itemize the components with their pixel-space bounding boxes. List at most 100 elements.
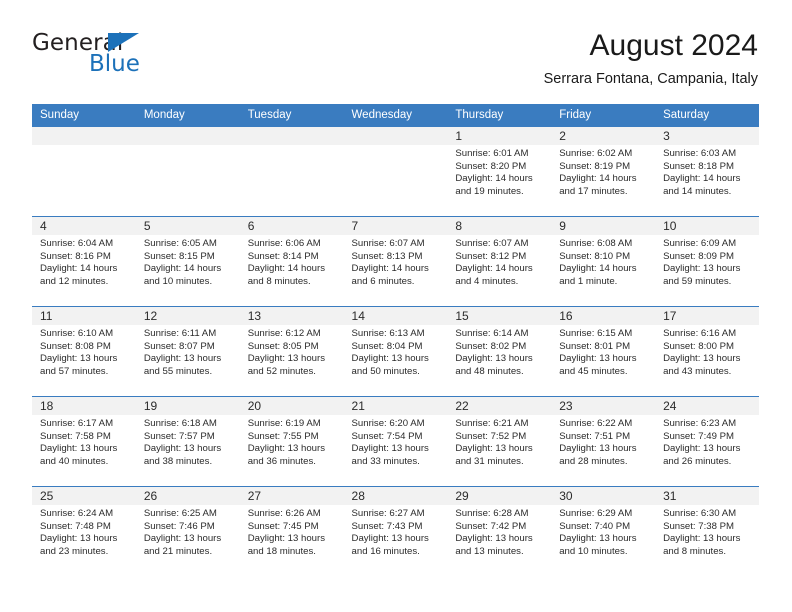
calendar-day-cell[interactable]: 21 Sunrise: 6:20 AM Sunset: 7:54 PM Dayligh…	[343, 396, 448, 487]
day-details: Sunrise: 6:08 AM Sunset: 8:10 PM Daylight:…	[551, 235, 655, 288]
calendar-day-cell[interactable]: 27 Sunrise: 6:26 AM Sunset: 7:45 PM Dayligh…	[239, 486, 344, 576]
day-details: Sunrise: 6:30 AM Sunset: 7:38 PM Daylight:…	[655, 505, 759, 558]
sunset-text: Sunset: 8:19 PM	[559, 160, 631, 172]
calendar-day-cell[interactable]: 24 Sunrise: 6:23 AM Sunset: 7:49 PM Dayligh…	[655, 396, 759, 487]
calendar-day-cell[interactable]: 12 Sunrise: 6:11 AM Sunset: 8:07 PM Dayligh…	[135, 306, 240, 397]
day-cell-inner: 13 Sunrise: 6:12 AM Sunset: 8:05 PM Dayligh…	[239, 307, 344, 396]
calendar-day-cell[interactable]: 31 Sunrise: 6:30 AM Sunset: 7:38 PM Dayligh…	[655, 486, 759, 576]
day-details: Sunrise: 6:06 AM Sunset: 8:14 PM Daylight:…	[240, 235, 344, 288]
sunrise-text: Sunrise: 6:17 AM	[40, 418, 114, 429]
day-details: Sunrise: 6:15 AM Sunset: 8:01 PM Daylight:…	[551, 325, 655, 378]
day-number: 13	[239, 307, 344, 325]
day-number: 12	[135, 307, 240, 325]
daylight-text-line2: and 38 minutes.	[143, 455, 213, 467]
calendar-day-cell[interactable]: 8 Sunrise: 6:07 AM Sunset: 8:12 PM Daylight…	[447, 216, 552, 307]
sunrise-text: Sunrise: 6:07 AM	[351, 238, 425, 249]
daylight-text-line1: Daylight: 13 hours	[143, 353, 222, 365]
weekday-header-friday: Friday	[551, 104, 656, 127]
daylight-text-line2: and 14 minutes.	[663, 185, 732, 197]
calendar-day-cell[interactable]: 16 Sunrise: 6:15 AM Sunset: 8:01 PM Dayligh…	[551, 306, 656, 397]
daylight-text-line2: and 18 minutes.	[247, 545, 316, 557]
day-cell-inner: 15 Sunrise: 6:14 AM Sunset: 8:02 PM Dayligh…	[447, 307, 552, 396]
sunset-text: Sunset: 8:08 PM	[40, 340, 111, 352]
general-blue-logo[interactable]: General Blue	[32, 30, 232, 88]
daylight-text-line2: and 13 minutes.	[455, 545, 524, 557]
daylight-text-line2: and 8 minutes.	[663, 545, 726, 557]
location-subtitle: Serrara Fontana, Campania, Italy	[543, 71, 758, 87]
daylight-text-line2: and 16 minutes.	[351, 545, 420, 557]
calendar-day-cell[interactable]: 23 Sunrise: 6:22 AM Sunset: 7:51 PM Dayligh…	[551, 396, 656, 487]
day-number: 14	[343, 307, 448, 325]
calendar-day-cell[interactable]: 4 Sunrise: 6:04 AM Sunset: 8:16 PM Daylight…	[32, 216, 136, 307]
day-cell-inner: 25 Sunrise: 6:24 AM Sunset: 7:48 PM Dayligh…	[32, 487, 136, 576]
calendar-day-cell[interactable]: 15 Sunrise: 6:14 AM Sunset: 8:02 PM Dayligh…	[447, 306, 552, 397]
calendar-day-cell[interactable]: 11 Sunrise: 6:10 AM Sunset: 8:08 PM Dayligh…	[32, 306, 136, 397]
daylight-text-line1: Daylight: 14 hours	[455, 173, 533, 185]
daylight-text-line1: Daylight: 13 hours	[663, 533, 741, 545]
sunrise-text: Sunrise: 6:14 AM	[455, 328, 529, 339]
daylight-text-line2: and 33 minutes.	[351, 455, 420, 467]
daylight-text-line2: and 45 minutes.	[559, 365, 628, 377]
day-details: Sunrise: 6:24 AM Sunset: 7:48 PM Daylight:…	[32, 505, 136, 558]
page-title: August 2024	[589, 29, 758, 62]
day-cell-inner: 10 Sunrise: 6:09 AM Sunset: 8:09 PM Dayligh…	[655, 217, 759, 306]
calendar-day-cell[interactable]: 26 Sunrise: 6:25 AM Sunset: 7:46 PM Dayligh…	[135, 486, 240, 576]
day-details: Sunrise: 6:18 AM Sunset: 7:57 PM Daylight:…	[136, 415, 240, 468]
day-number: 25	[32, 487, 136, 505]
day-details: Sunrise: 6:16 AM Sunset: 8:00 PM Daylight:…	[655, 325, 759, 378]
sunrise-text: Sunrise: 6:16 AM	[663, 328, 737, 339]
daylight-text-line2: and 43 minutes.	[663, 365, 732, 377]
sunset-text: Sunset: 7:49 PM	[663, 430, 734, 442]
day-number: 4	[32, 217, 136, 235]
calendar-day-cell[interactable]: 9 Sunrise: 6:08 AM Sunset: 8:10 PM Daylight…	[551, 216, 656, 307]
sunrise-text: Sunrise: 6:13 AM	[351, 328, 425, 339]
day-number: 18	[32, 397, 136, 415]
daylight-text-line2: and 23 minutes.	[40, 545, 109, 557]
daylight-text-line2: and 57 minutes.	[40, 365, 109, 377]
daylight-text-line1: Daylight: 13 hours	[40, 353, 118, 365]
calendar-day-cell[interactable]: 13 Sunrise: 6:12 AM Sunset: 8:05 PM Dayligh…	[239, 306, 344, 397]
day-cell-inner: 24 Sunrise: 6:23 AM Sunset: 7:49 PM Dayligh…	[655, 397, 759, 486]
sunrise-text: Sunrise: 6:23 AM	[663, 418, 737, 429]
day-number	[239, 127, 344, 145]
calendar-day-cell[interactable]: 30 Sunrise: 6:29 AM Sunset: 7:40 PM Dayligh…	[551, 486, 656, 576]
calendar-day-cell[interactable]: 10 Sunrise: 6:09 AM Sunset: 8:09 PM Dayligh…	[655, 216, 759, 307]
daylight-text-line2: and 28 minutes.	[559, 455, 628, 467]
day-number: 1	[447, 127, 552, 145]
day-details	[136, 145, 240, 148]
calendar-day-cell[interactable]: 6 Sunrise: 6:06 AM Sunset: 8:14 PM Daylight…	[239, 216, 344, 307]
daylight-text-line2: and 10 minutes.	[559, 545, 628, 557]
calendar-week-row: 11 Sunrise: 6:10 AM Sunset: 8:08 PM Dayligh…	[32, 306, 759, 397]
calendar-day-cell[interactable]: 14 Sunrise: 6:13 AM Sunset: 8:04 PM Dayligh…	[343, 306, 448, 397]
calendar-day-cell[interactable]: 29 Sunrise: 6:28 AM Sunset: 7:42 PM Dayligh…	[447, 486, 552, 576]
calendar-day-cell[interactable]: 1 Sunrise: 6:01 AM Sunset: 8:20 PM Daylight…	[447, 126, 552, 217]
daylight-text-line1: Daylight: 13 hours	[663, 353, 741, 365]
sunset-text: Sunset: 7:43 PM	[351, 520, 423, 532]
day-cell-inner: 1 Sunrise: 6:01 AM Sunset: 8:20 PM Daylight…	[447, 127, 552, 216]
sunrise-text: Sunrise: 6:06 AM	[247, 238, 321, 249]
calendar-day-cell[interactable]: 7 Sunrise: 6:07 AM Sunset: 8:13 PM Daylight…	[343, 216, 448, 307]
calendar-day-cell[interactable]: 5 Sunrise: 6:05 AM Sunset: 8:15 PM Daylight…	[135, 216, 240, 307]
calendar-day-cell[interactable]: 18 Sunrise: 6:17 AM Sunset: 7:58 PM Dayligh…	[32, 396, 136, 487]
calendar-page: General Blue August 2024 Serrara Fontana…	[0, 0, 792, 612]
calendar-day-cell[interactable]: 25 Sunrise: 6:24 AM Sunset: 7:48 PM Dayligh…	[32, 486, 136, 576]
calendar-day-cell[interactable]: 17 Sunrise: 6:16 AM Sunset: 8:00 PM Dayligh…	[655, 306, 759, 397]
day-cell-inner	[343, 127, 448, 216]
sunrise-text: Sunrise: 6:22 AM	[559, 418, 633, 429]
weekday-header-tuesday: Tuesday	[239, 104, 344, 127]
calendar-day-cell[interactable]: 22 Sunrise: 6:21 AM Sunset: 7:52 PM Dayligh…	[447, 396, 552, 487]
calendar-day-cell[interactable]: 20 Sunrise: 6:19 AM Sunset: 7:55 PM Dayligh…	[239, 396, 344, 487]
calendar-day-cell[interactable]: 2 Sunrise: 6:02 AM Sunset: 8:19 PM Daylight…	[551, 126, 656, 217]
sunrise-text: Sunrise: 6:24 AM	[40, 508, 114, 519]
calendar-day-cell[interactable]: 3 Sunrise: 6:03 AM Sunset: 8:18 PM Daylight…	[655, 126, 759, 217]
day-number: 8	[447, 217, 552, 235]
day-details: Sunrise: 6:19 AM Sunset: 7:55 PM Daylight:…	[240, 415, 344, 468]
sunset-text: Sunset: 8:05 PM	[247, 340, 319, 352]
day-number: 10	[655, 217, 759, 235]
daylight-text-line1: Daylight: 14 hours	[663, 173, 741, 185]
daylight-text-line2: and 48 minutes.	[455, 365, 524, 377]
daylight-text-line1: Daylight: 14 hours	[559, 173, 637, 185]
calendar-day-cell[interactable]: 28 Sunrise: 6:27 AM Sunset: 7:43 PM Dayligh…	[343, 486, 448, 576]
daylight-text-line1: Daylight: 13 hours	[351, 533, 429, 545]
calendar-day-cell[interactable]: 19 Sunrise: 6:18 AM Sunset: 7:57 PM Dayligh…	[135, 396, 240, 487]
